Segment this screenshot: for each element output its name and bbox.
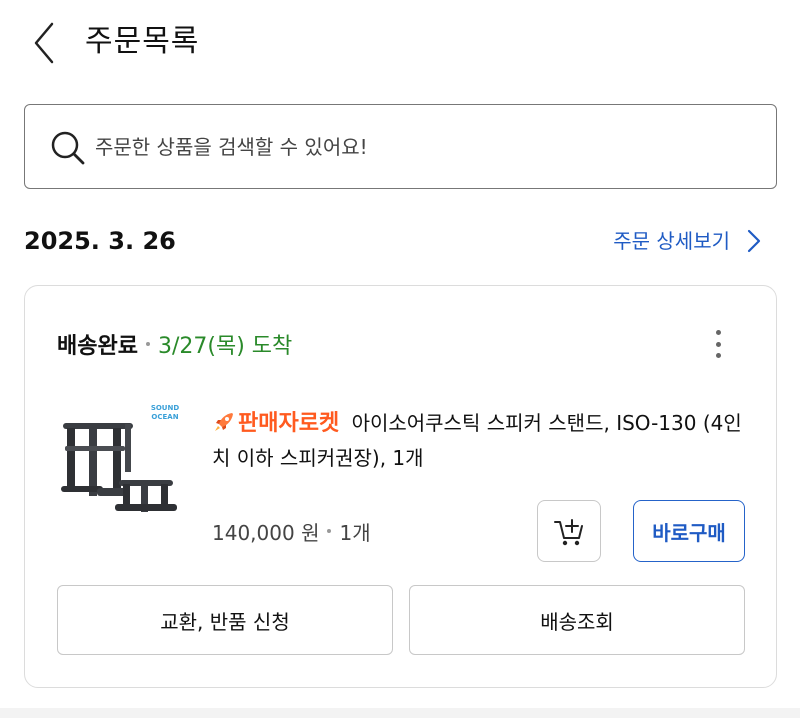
product-info[interactable]: 판매자로켓 아이소어쿠스틱 스피커 스탠드, ISO-130 (4인치 이하 스…	[212, 406, 742, 475]
buy-now-button[interactable]: 바로구매	[633, 500, 745, 562]
section-divider	[0, 708, 800, 718]
separator-dot	[327, 529, 332, 533]
arrival-date: 3/27(목) 도착	[157, 334, 293, 359]
back-button[interactable]	[28, 20, 64, 66]
product-quantity: 1개	[339, 520, 371, 545]
back-chevron-icon	[34, 22, 54, 64]
svg-text:OCEAN: OCEAN	[151, 413, 178, 421]
delivery-status: 배송완료	[57, 334, 138, 359]
order-card: 배송완료 3/27(목) 도착 SOUND OCEAN 판매자로켓 아이소어쿠스…	[24, 285, 777, 688]
more-vertical-icon	[715, 330, 721, 335]
product-thumbnail[interactable]: SOUND OCEAN	[53, 398, 188, 524]
page-title: 주문목록	[85, 24, 200, 59]
separator-dot	[145, 342, 150, 346]
search-box[interactable]	[24, 104, 777, 189]
order-detail-label: 주문 상세보기	[613, 229, 730, 253]
add-to-cart-button[interactable]	[537, 500, 601, 562]
chevron-right-icon	[747, 229, 761, 253]
order-date: 2025. 3. 26	[24, 227, 176, 255]
track-delivery-button[interactable]: 배송조회	[409, 585, 745, 655]
search-icon	[51, 131, 85, 165]
add-to-cart-icon	[554, 519, 583, 546]
price-row: 140,000 원 1개	[212, 514, 371, 548]
product-price: 140,000 원	[212, 520, 320, 545]
svg-text:SOUND: SOUND	[151, 404, 180, 412]
search-input[interactable]	[95, 125, 735, 169]
more-options-button[interactable]	[710, 326, 726, 362]
order-detail-link[interactable]: 주문 상세보기	[613, 224, 764, 258]
exchange-return-button[interactable]: 교환, 반품 신청	[57, 585, 393, 655]
rocket-icon	[215, 413, 233, 431]
seller-rocket-badge: 판매자로켓	[238, 411, 340, 436]
header: 주문목록	[0, 0, 800, 90]
delivery-status-row: 배송완료 3/27(목) 도착	[57, 326, 292, 362]
